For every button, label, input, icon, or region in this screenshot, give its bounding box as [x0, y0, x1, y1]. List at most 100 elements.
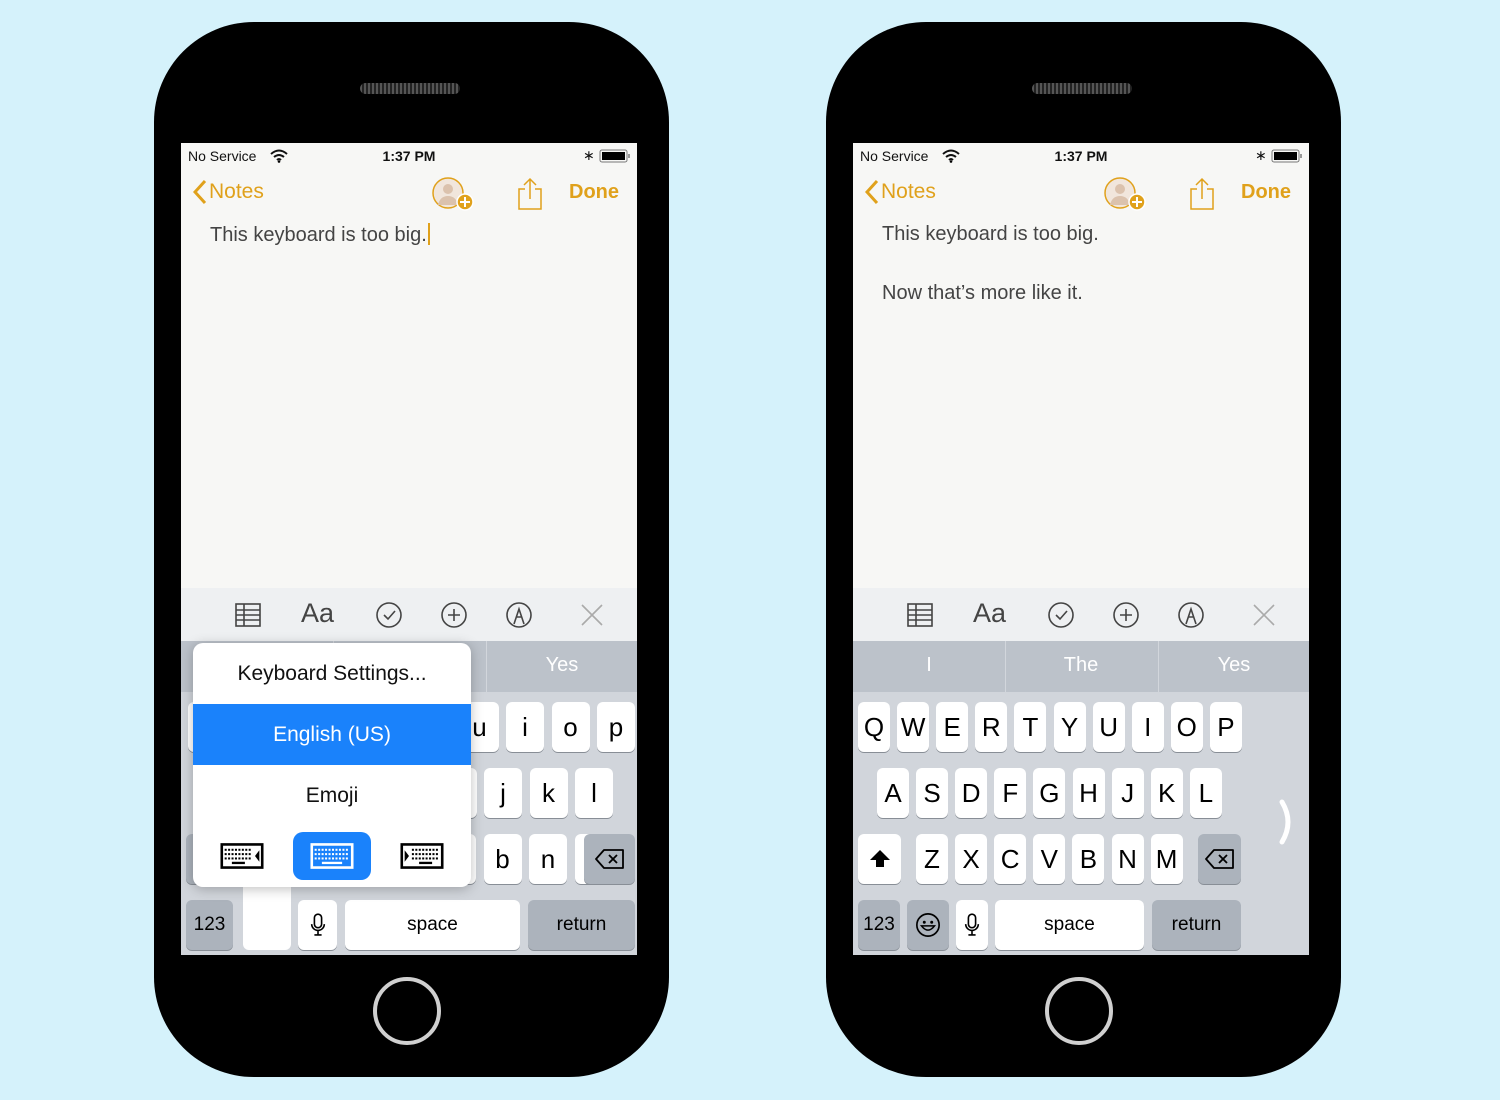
- share-icon[interactable]: [1189, 177, 1215, 211]
- carrier-label: No Service: [860, 148, 929, 164]
- screen: No Service 1:37 PM ∗ Notes Done This keyb…: [853, 143, 1309, 955]
- key-B[interactable]: B: [1072, 834, 1105, 884]
- key-M[interactable]: M: [1150, 834, 1183, 884]
- back-button[interactable]: Notes: [193, 179, 264, 205]
- key-Q[interactable]: Q: [858, 702, 890, 752]
- suggestion-0[interactable]: I: [853, 641, 1005, 692]
- home-button[interactable]: [373, 977, 441, 1045]
- return-key[interactable]: return: [1152, 900, 1241, 950]
- suggestion-1[interactable]: The: [1005, 641, 1157, 692]
- text-style-icon[interactable]: Aa: [973, 598, 1013, 628]
- key-C[interactable]: C: [994, 834, 1027, 884]
- done-button[interactable]: Done: [569, 181, 619, 204]
- text-style-icon[interactable]: Aa: [301, 598, 341, 628]
- table-icon[interactable]: [905, 600, 935, 630]
- full-keyboard-icon[interactable]: [293, 832, 371, 880]
- delete-key[interactable]: [1198, 834, 1241, 884]
- right-handed-keyboard-icon[interactable]: [383, 832, 461, 880]
- key-o[interactable]: o: [551, 702, 590, 752]
- keyboard-menu-item[interactable]: English (US): [193, 704, 471, 765]
- globe-key[interactable]: [243, 883, 291, 950]
- checklist-icon[interactable]: [374, 600, 404, 630]
- key-T[interactable]: T: [1014, 702, 1047, 752]
- table-icon[interactable]: [233, 600, 263, 630]
- key-I[interactable]: I: [1131, 702, 1164, 752]
- key-F[interactable]: F: [994, 768, 1027, 818]
- add-people-icon[interactable]: [431, 176, 477, 212]
- markup-icon[interactable]: [504, 600, 534, 630]
- key-L[interactable]: L: [1189, 768, 1222, 818]
- key-P[interactable]: P: [1209, 702, 1242, 752]
- add-icon[interactable]: [439, 600, 469, 630]
- dictation-key[interactable]: [298, 900, 337, 950]
- phone-right: No Service 1:37 PM ∗ Notes Done This keyb…: [826, 22, 1341, 1077]
- key-R[interactable]: R: [975, 702, 1008, 752]
- key-A[interactable]: A: [877, 768, 909, 818]
- note-text: Now that’s more like it.: [882, 282, 1083, 304]
- keyboard-menu-item[interactable]: Emoji: [193, 765, 471, 826]
- key-S[interactable]: S: [916, 768, 949, 818]
- phone-left: No Service 1:37 PM ∗ Notes Done This keyb…: [154, 22, 669, 1077]
- key-K[interactable]: K: [1150, 768, 1183, 818]
- divider: [486, 641, 487, 692]
- key-Y[interactable]: Y: [1053, 702, 1086, 752]
- keyboard-menu-item[interactable]: Keyboard Settings...: [193, 643, 471, 704]
- key-k[interactable]: k: [529, 768, 568, 818]
- key-H[interactable]: H: [1072, 768, 1105, 818]
- suggestion-2[interactable]: Yes: [1158, 641, 1309, 692]
- key-U[interactable]: U: [1092, 702, 1125, 752]
- key-G[interactable]: G: [1033, 768, 1066, 818]
- add-icon[interactable]: [1111, 600, 1141, 630]
- bluetooth-icon: ∗: [583, 147, 595, 163]
- key-b[interactable]: b: [483, 834, 522, 884]
- key-p[interactable]: p: [597, 702, 635, 752]
- numbers-key[interactable]: 123: [186, 900, 233, 950]
- return-key[interactable]: return: [528, 900, 635, 950]
- key-J[interactable]: J: [1111, 768, 1144, 818]
- keyboard: I The Yes Q W E R T Y U I O P A S D F G H J K L Z X C V B N M 123 spac…: [853, 641, 1309, 955]
- note-line[interactable]: This keyboard is too big.: [882, 223, 1099, 246]
- markup-icon[interactable]: [1176, 600, 1206, 630]
- emoji-key[interactable]: [907, 900, 949, 950]
- note-line[interactable]: This keyboard is too big.: [210, 223, 430, 247]
- notes-toolbar: Aa: [853, 588, 1309, 641]
- note-line[interactable]: Now that’s more like it.: [882, 282, 1083, 305]
- key-W[interactable]: W: [897, 702, 930, 752]
- checklist-icon[interactable]: [1046, 600, 1076, 630]
- add-people-icon[interactable]: [1103, 176, 1149, 212]
- back-label: Notes: [881, 180, 936, 203]
- close-icon[interactable]: [577, 600, 607, 630]
- key-X[interactable]: X: [955, 834, 988, 884]
- key-l[interactable]: l: [575, 768, 613, 818]
- back-label: Notes: [209, 180, 264, 203]
- numbers-key[interactable]: 123: [858, 900, 900, 950]
- share-icon[interactable]: [517, 177, 543, 211]
- note-text: This keyboard is too big.: [210, 224, 427, 246]
- key-j[interactable]: j: [484, 768, 522, 818]
- key-E[interactable]: E: [936, 702, 969, 752]
- space-key[interactable]: space: [995, 900, 1144, 950]
- expand-keyboard-chevron-icon[interactable]: [1277, 799, 1297, 845]
- carrier-label: No Service: [188, 148, 257, 164]
- dictation-key[interactable]: [956, 900, 988, 950]
- key-Z[interactable]: Z: [916, 834, 948, 884]
- speaker-grill: [360, 83, 460, 94]
- suggestion-2[interactable]: Yes: [486, 641, 637, 692]
- key-O[interactable]: O: [1170, 702, 1203, 752]
- key-V[interactable]: V: [1033, 834, 1066, 884]
- key-n[interactable]: n: [529, 834, 567, 884]
- home-button[interactable]: [1045, 977, 1113, 1045]
- text-cursor: [427, 223, 430, 245]
- back-button[interactable]: Notes: [865, 179, 936, 205]
- key-i[interactable]: i: [506, 702, 544, 752]
- shift-key[interactable]: [858, 834, 901, 884]
- wifi-icon: [942, 149, 960, 163]
- screen: No Service 1:37 PM ∗ Notes Done This keyb…: [181, 143, 637, 955]
- key-D[interactable]: D: [955, 768, 988, 818]
- done-button[interactable]: Done: [1241, 181, 1291, 204]
- space-key[interactable]: space: [345, 900, 520, 950]
- close-icon[interactable]: [1249, 600, 1279, 630]
- key-N[interactable]: N: [1111, 834, 1144, 884]
- left-handed-keyboard-icon[interactable]: [203, 832, 281, 880]
- delete-key[interactable]: [584, 834, 635, 884]
